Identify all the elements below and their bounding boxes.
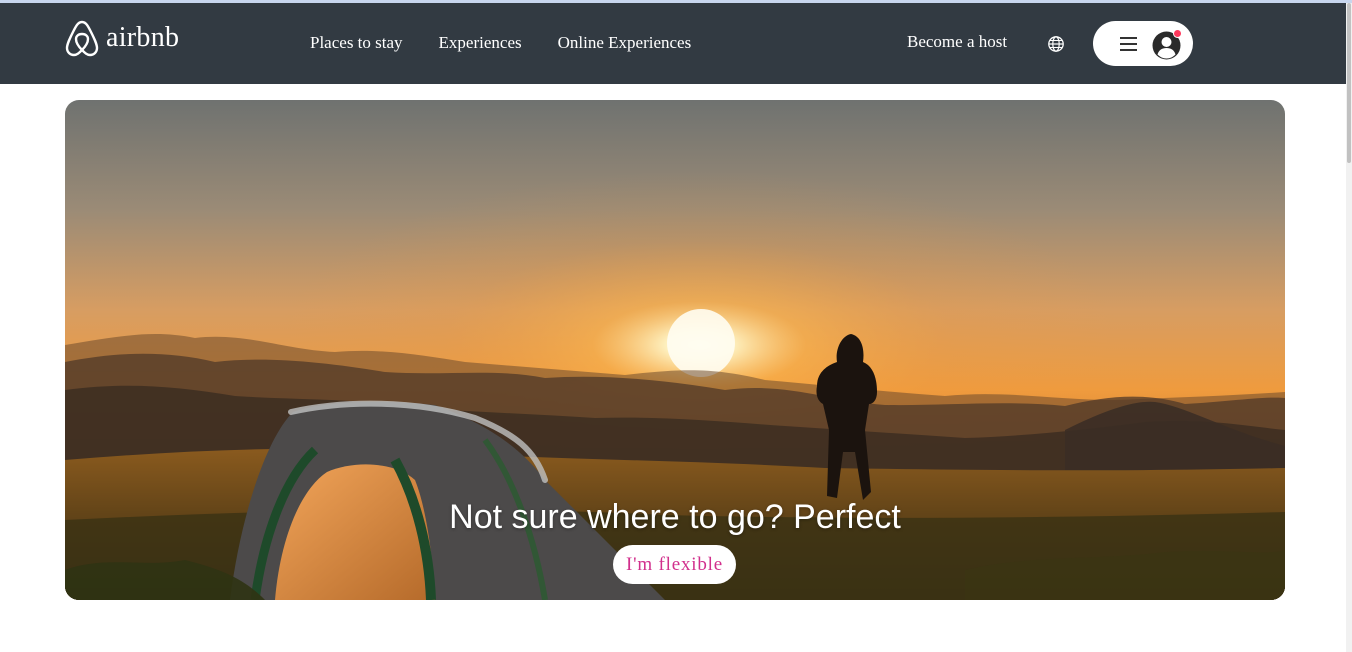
top-navbar: airbnb Places to stay Experiences Online… bbox=[0, 3, 1352, 84]
im-flexible-button[interactable]: I'm flexible bbox=[613, 545, 736, 584]
brand-wordmark: airbnb bbox=[106, 22, 180, 53]
nav-link-online-experiences[interactable]: Online Experiences bbox=[558, 33, 692, 53]
hero-banner: Not sure where to go? Perfect I'm flexib… bbox=[65, 100, 1285, 600]
globe-icon[interactable] bbox=[1047, 35, 1065, 53]
hamburger-icon bbox=[1120, 37, 1137, 51]
page-scrollbar[interactable] bbox=[1346, 3, 1352, 652]
airbnb-logo[interactable]: airbnb bbox=[64, 19, 179, 57]
primary-nav: Places to stay Experiences Online Experi… bbox=[310, 33, 691, 53]
notification-dot bbox=[1173, 29, 1182, 38]
nav-link-places-to-stay[interactable]: Places to stay bbox=[310, 33, 403, 53]
nav-link-experiences[interactable]: Experiences bbox=[439, 33, 522, 53]
hero-title: Not sure where to go? Perfect bbox=[449, 498, 901, 536]
user-menu-button[interactable] bbox=[1093, 21, 1193, 66]
become-a-host-link[interactable]: Become a host bbox=[907, 32, 1007, 52]
scrollbar-thumb[interactable] bbox=[1347, 3, 1351, 163]
airbnb-belo-icon bbox=[65, 20, 99, 57]
